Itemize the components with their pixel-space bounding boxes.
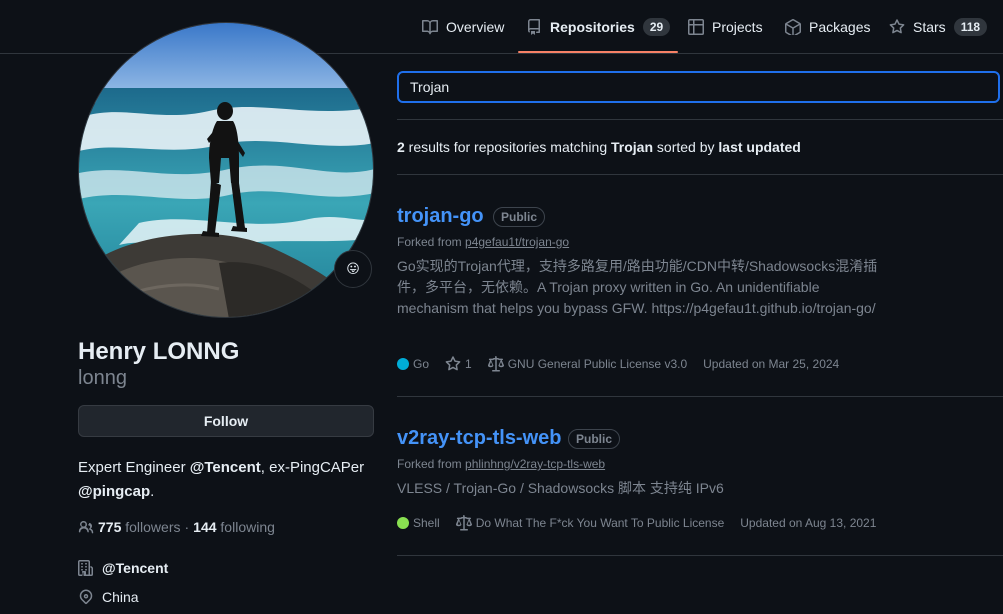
avatar-photo <box>79 23 373 317</box>
divider <box>397 119 1003 120</box>
license-name: Do What The F*ck You Want To Public Lice… <box>475 516 725 530</box>
table-icon <box>688 19 704 35</box>
status-emoji-button[interactable]: 😛 <box>334 250 372 288</box>
tab-projects[interactable]: Projects <box>688 0 763 54</box>
results-count: 2 <box>397 139 405 155</box>
forked-prefix: Forked from <box>397 235 466 249</box>
repo-license: Do What The F*ck You Want To Public Lice… <box>455 515 725 531</box>
forked-from: Forked from phlinhng/v2ray-tcp-tls-web <box>397 457 605 471</box>
tab-stars-label: Stars <box>913 19 946 35</box>
results-text: sorted by <box>653 139 719 155</box>
stars-count-badge: 118 <box>953 18 988 36</box>
emoji-icon: 😛 <box>346 261 360 276</box>
company-link[interactable]: @Tencent <box>102 560 168 576</box>
forked-source-link[interactable]: phlinhng/v2ray-tcp-tls-web <box>465 457 605 471</box>
language-name: Shell <box>413 516 440 530</box>
forked-source-link[interactable]: p4gefau1t/trojan-go <box>465 235 569 249</box>
bio-text: , ex-PingCAPer <box>260 459 365 476</box>
divider <box>397 555 1003 556</box>
visibility-badge: Public <box>568 429 621 449</box>
stats-separator: · <box>184 519 190 535</box>
star-icon <box>889 19 905 34</box>
divider <box>397 174 1003 175</box>
repository-search-input[interactable] <box>397 71 1000 103</box>
tab-overview-label: Overview <box>446 19 505 35</box>
language-name: Go <box>413 357 430 371</box>
people-icon <box>78 521 94 534</box>
tab-packages-label: Packages <box>809 19 871 35</box>
repo-language: Shell <box>397 516 440 530</box>
tab-stars[interactable]: Stars 118 <box>889 0 988 54</box>
location-text: China <box>102 589 139 605</box>
avatar[interactable] <box>78 22 374 318</box>
repo-meta: Go 1 GNU General Public License v3.0 Upd… <box>397 356 855 372</box>
repo-description: Go实现的Trojan代理，支持多路复用/路由功能/CDN中转/Shadowso… <box>397 258 878 316</box>
law-icon <box>455 515 472 531</box>
followers-label: followers <box>125 519 181 535</box>
followers-count: 775 <box>98 519 122 535</box>
repo-updated: Updated on Mar 25, 2024 <box>703 357 840 371</box>
following-count: 144 <box>193 519 217 535</box>
repo-description: VLESS / Trojan-Go / Shadowsocks 脚本 支持纯 I… <box>397 480 724 496</box>
bio-org-link-tencent[interactable]: @Tencent <box>190 459 261 476</box>
vcard-location: China <box>78 589 139 605</box>
bio-org-link-pingcap[interactable]: @pingcap <box>78 483 150 500</box>
repo-updated: Updated on Aug 13, 2021 <box>740 516 877 530</box>
star-icon <box>445 356 461 371</box>
package-icon <box>785 19 801 35</box>
results-sort: last updated <box>718 139 801 155</box>
repo-name-link[interactable]: v2ray-tcp-tls-web <box>397 427 562 450</box>
following-label: following <box>220 519 275 535</box>
language-color-dot <box>397 358 409 370</box>
profile-full-name: Henry LONNG <box>78 338 240 365</box>
tab-repositories[interactable]: Repositories 29 <box>518 0 679 54</box>
repositories-count-badge: 29 <box>642 18 671 36</box>
tab-overview[interactable]: Overview <box>422 0 504 54</box>
license-name: GNU General Public License v3.0 <box>507 357 688 371</box>
divider <box>397 396 1003 397</box>
repo-license: GNU General Public License v3.0 <box>487 356 688 372</box>
book-icon <box>422 20 438 35</box>
repo-icon <box>528 19 540 35</box>
results-text: results for repositories matching <box>404 139 611 155</box>
stargazers-link[interactable]: 1 <box>445 356 472 372</box>
bio-text: Expert Engineer <box>78 459 190 476</box>
results-query: Trojan <box>611 139 654 155</box>
search-results-summary: 2 results for repositories matching Troj… <box>397 139 801 155</box>
following-link[interactable]: 144 following <box>193 519 275 535</box>
follow-stats: 775 followers · 144 following <box>78 519 275 535</box>
bio-text: . <box>150 483 155 500</box>
repo-language: Go <box>397 357 429 371</box>
profile-username: lonng <box>78 367 127 389</box>
tab-packages[interactable]: Packages <box>785 0 870 54</box>
language-color-dot <box>397 517 409 529</box>
tab-repositories-label: Repositories <box>550 19 635 35</box>
repo-name-link[interactable]: trojan-go <box>397 205 484 228</box>
visibility-badge: Public <box>493 207 546 227</box>
tab-projects-label: Projects <box>712 19 763 35</box>
location-icon <box>79 589 93 605</box>
vcard-company: @Tencent <box>78 560 168 576</box>
followers-link[interactable]: 775 followers <box>98 519 181 535</box>
star-count: 1 <box>465 357 472 371</box>
organization-icon <box>78 560 93 576</box>
follow-button[interactable]: Follow <box>78 405 374 437</box>
forked-from: Forked from p4gefau1t/trojan-go <box>397 235 569 249</box>
repo-meta: Shell Do What The F*ck You Want To Publi… <box>397 515 892 531</box>
profile-bio: Expert Engineer @Tencent, ex-PingCAPer @… <box>78 456 378 504</box>
law-icon <box>487 356 504 372</box>
forked-prefix: Forked from <box>397 457 466 471</box>
